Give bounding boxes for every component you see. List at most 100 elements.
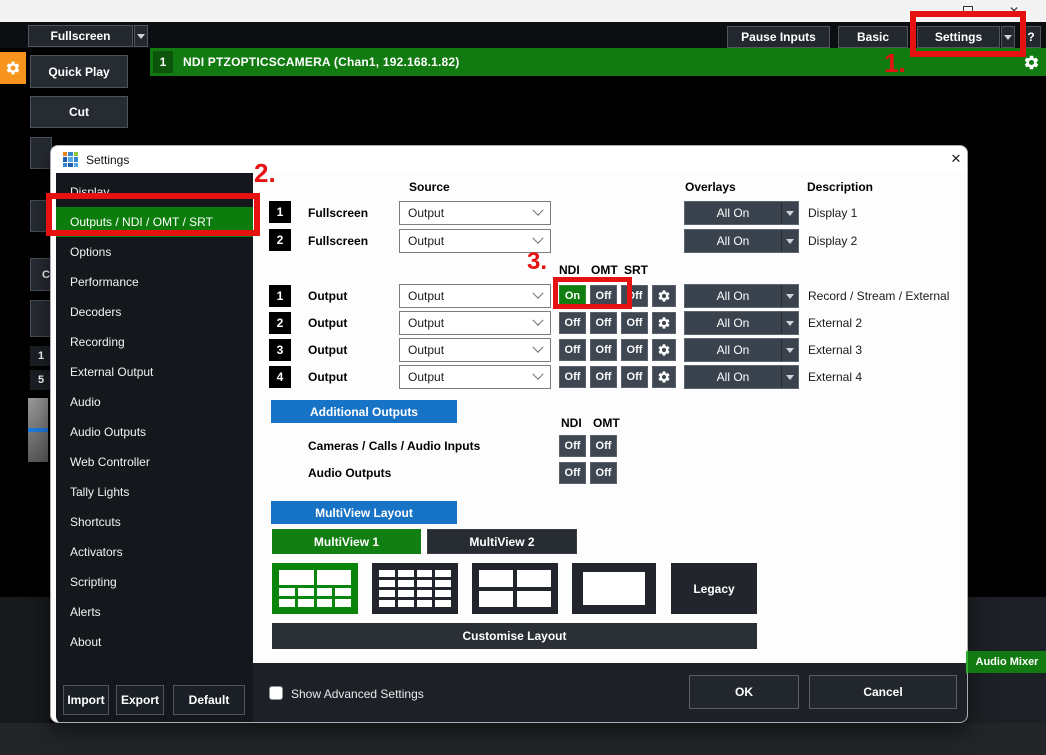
description-header: Description (807, 180, 873, 194)
fullscreen-2-label: Fullscreen (308, 234, 368, 248)
customise-layout-button[interactable]: Customise Layout (272, 623, 757, 649)
nav-item-alerts[interactable]: Alerts (56, 597, 253, 627)
nav-item-audio[interactable]: Audio (56, 387, 253, 417)
chevron-down-icon (786, 375, 794, 380)
annotation-box-3 (553, 277, 632, 309)
output-3-srt-toggle[interactable]: Off (621, 339, 648, 361)
close-icon: ✕ (951, 151, 962, 167)
cameras-ndi-toggle[interactable]: Off (559, 435, 586, 457)
fullscreen-2-number: 2 (269, 229, 291, 251)
show-advanced-label: Show Advanced Settings (291, 687, 424, 701)
audio-outputs-omt-toggle[interactable]: Off (590, 462, 617, 484)
additional-outputs-button[interactable]: Additional Outputs (271, 400, 457, 423)
output-4-ndi-toggle[interactable]: Off (559, 366, 586, 388)
nav-item-performance[interactable]: Performance (56, 267, 253, 297)
nav-item-recording[interactable]: Recording (56, 327, 253, 357)
layout-thumb-grid-2x2[interactable] (472, 563, 558, 614)
cameras-omt-toggle[interactable]: Off (590, 435, 617, 457)
partial-button[interactable] (30, 300, 52, 337)
preset-tile-1[interactable]: 1 (30, 346, 52, 366)
basic-button[interactable]: Basic (838, 26, 908, 48)
dropdown-arrow[interactable] (781, 366, 798, 388)
nav-item-scripting[interactable]: Scripting (56, 567, 253, 597)
audio-outputs-ndi-toggle[interactable]: Off (559, 462, 586, 484)
layout-thumb-grid-4x4[interactable] (372, 563, 458, 614)
fader-handle[interactable] (28, 428, 48, 432)
output-2-overlays-select[interactable]: All On (684, 311, 799, 335)
app-settings-orange-button[interactable] (0, 52, 26, 84)
partial-button[interactable] (30, 137, 52, 169)
fullscreen-dropdown-arrow[interactable] (134, 25, 148, 47)
import-button[interactable]: Import (63, 685, 109, 715)
select-value: All On (685, 234, 781, 248)
ok-button[interactable]: OK (689, 675, 799, 709)
dropdown-arrow[interactable] (781, 339, 798, 361)
nav-item-decoders[interactable]: Decoders (56, 297, 253, 327)
dialog-close-button[interactable]: ✕ (947, 150, 965, 168)
additional-ndi-header: NDI (561, 416, 582, 430)
output-3-source-select[interactable]: Output (399, 338, 551, 362)
output-1-overlays-select[interactable]: All On (684, 284, 799, 308)
window-titlebar: ✕ (0, 0, 1046, 22)
default-button[interactable]: Default (173, 685, 245, 715)
export-button[interactable]: Export (116, 685, 164, 715)
cut-button[interactable]: Cut (30, 96, 128, 128)
fullscreen-button[interactable]: Fullscreen (28, 25, 133, 47)
fullscreen-2-overlays-select[interactable]: All On (684, 229, 799, 253)
dropdown-arrow[interactable] (781, 230, 798, 252)
output-1-number: 1 (269, 285, 291, 307)
tab-multiview-1[interactable]: MultiView 1 (272, 529, 421, 554)
audio-fader[interactable] (28, 398, 48, 462)
cancel-button[interactable]: Cancel (809, 675, 957, 709)
settings-nav: Display Outputs / NDI / OMT / SRT Option… (56, 173, 253, 723)
dropdown-arrow[interactable] (781, 312, 798, 334)
nav-item-options[interactable]: Options (56, 237, 253, 267)
output-2-ndi-toggle[interactable]: Off (559, 312, 586, 334)
output-4-srt-toggle[interactable]: Off (621, 366, 648, 388)
output-1-settings-button[interactable] (652, 285, 676, 307)
nav-item-external-output[interactable]: External Output (56, 357, 253, 387)
partial-button-label: C (42, 269, 50, 281)
nav-item-shortcuts[interactable]: Shortcuts (56, 507, 253, 537)
output-4-overlays-select[interactable]: All On (684, 365, 799, 389)
chevron-down-icon (786, 294, 794, 299)
fullscreen-1-source-select[interactable]: Output (399, 201, 551, 225)
output-3-overlays-select[interactable]: All On (684, 338, 799, 362)
show-advanced-checkbox[interactable] (269, 686, 283, 700)
nav-item-audio-outputs[interactable]: Audio Outputs (56, 417, 253, 447)
output-2-srt-toggle[interactable]: Off (621, 312, 648, 334)
fullscreen-1-number: 1 (269, 201, 291, 223)
layout-thumb-multiview[interactable] (272, 563, 358, 614)
layout-legacy-button[interactable]: Legacy (671, 563, 757, 614)
chevron-down-icon (786, 239, 794, 244)
quick-play-button[interactable]: Quick Play (30, 55, 128, 88)
nav-item-web-controller[interactable]: Web Controller (56, 447, 253, 477)
output-2-settings-button[interactable] (652, 312, 676, 334)
nav-item-about[interactable]: About (56, 627, 253, 657)
chevron-down-icon (786, 348, 794, 353)
output-2-omt-toggle[interactable]: Off (590, 312, 617, 334)
output-3-ndi-toggle[interactable]: Off (559, 339, 586, 361)
preset-tile-5[interactable]: 5 (30, 370, 52, 390)
multiview-layout-button[interactable]: MultiView Layout (271, 501, 457, 524)
output-4-source-select[interactable]: Output (399, 365, 551, 389)
dropdown-arrow[interactable] (781, 285, 798, 307)
layout-thumb-single[interactable] (572, 563, 656, 614)
output-3-omt-toggle[interactable]: Off (590, 339, 617, 361)
fullscreen-1-overlays-select[interactable]: All On (684, 201, 799, 225)
pause-inputs-button[interactable]: Pause Inputs (727, 26, 830, 48)
output-1-source-select[interactable]: Output (399, 284, 551, 308)
output-2-source-select[interactable]: Output (399, 311, 551, 335)
chevron-down-icon (532, 315, 543, 326)
output-3-settings-button[interactable] (652, 339, 676, 361)
partial-button[interactable]: C (30, 258, 52, 291)
nav-item-tally-lights[interactable]: Tally Lights (56, 477, 253, 507)
output-4-omt-toggle[interactable]: Off (590, 366, 617, 388)
select-value: Output (408, 289, 444, 303)
tab-multiview-2[interactable]: MultiView 2 (427, 529, 577, 554)
output-4-settings-button[interactable] (652, 366, 676, 388)
audio-mixer-tab[interactable]: Audio Mixer (966, 651, 1046, 673)
dropdown-arrow[interactable] (781, 202, 798, 224)
nav-item-activators[interactable]: Activators (56, 537, 253, 567)
select-value: All On (685, 289, 781, 303)
